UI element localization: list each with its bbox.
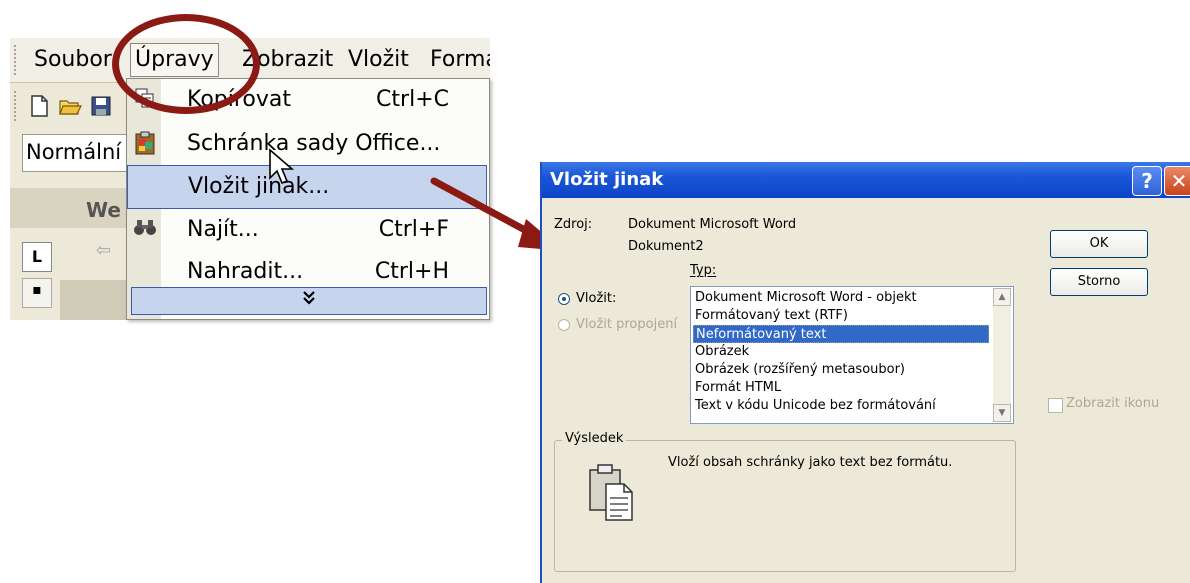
result-description: Vloží obsah schránky jako text bez formá…: [668, 455, 953, 470]
ruler-area: [60, 280, 130, 320]
menu-vlozit[interactable]: Vložit: [344, 44, 413, 76]
list-item[interactable]: Formát HTML: [693, 379, 991, 397]
menu-soubor[interactable]: Soubor: [30, 44, 116, 76]
expand-menu-button[interactable]: [131, 287, 487, 315]
standard-toolbar: [10, 86, 130, 126]
source-label: Zdroj:: [554, 217, 593, 232]
toolbar-grip[interactable]: [14, 91, 19, 121]
tab-stop-selector[interactable]: L: [22, 242, 52, 272]
paste-link-radio-label: Vložit propojení: [576, 317, 678, 332]
menu-item-shortcut: Ctrl+C: [376, 87, 449, 112]
list-item[interactable]: Obrázek (rozšířený metasoubor): [693, 361, 991, 379]
style-value: Normální: [26, 140, 122, 164]
list-item[interactable]: Text v kódu Unicode bez formátování: [693, 397, 991, 415]
scroll-down-icon[interactable]: ▼: [993, 404, 1011, 422]
menubar-grip[interactable]: [14, 45, 19, 75]
result-label: Výsledek: [562, 430, 627, 448]
source-application: Dokument Microsoft Word: [628, 217, 797, 232]
listbox-scrollbar[interactable]: ▲ ▼: [993, 288, 1011, 422]
show-icon-label: Zobrazit ikonu: [1066, 396, 1160, 411]
type-label: Typ:: [690, 263, 717, 278]
close-button[interactable]: ✕: [1164, 166, 1190, 196]
dialog-title-bar[interactable]: Vložit jinak ? ✕: [542, 162, 1190, 198]
paste-special-dialog: Vložit jinak ? ✕ Zdroj: Dokument Microso…: [540, 162, 1190, 583]
clipboard-paste-icon: [589, 464, 633, 521]
binoculars-icon: [133, 217, 157, 241]
pane-tab-label[interactable]: We: [86, 198, 121, 222]
back-arrow-icon[interactable]: ⇦: [96, 240, 111, 261]
menu-item-office-clipboard[interactable]: Schránka sady Office...: [127, 123, 489, 165]
list-item[interactable]: Obrázek: [693, 343, 991, 361]
close-icon: ✕: [1170, 169, 1188, 193]
double-chevron-down-icon: [302, 291, 316, 310]
paste-type-listbox[interactable]: Dokument Microsoft Word - objekt Formáto…: [690, 286, 1014, 424]
new-document-icon[interactable]: [28, 94, 50, 118]
paste-radio[interactable]: [558, 293, 570, 305]
dialog-title: Vložit jinak: [550, 169, 664, 190]
menu-format[interactable]: Formá: [426, 44, 490, 76]
ok-button[interactable]: OK: [1050, 230, 1148, 258]
menu-item-label: Schránka sady Office...: [187, 131, 441, 156]
source-document: Dokument2: [628, 239, 704, 254]
save-icon[interactable]: [90, 94, 112, 118]
cancel-button[interactable]: Storno: [1050, 268, 1148, 296]
show-icon-checkbox[interactable]: [1048, 398, 1063, 413]
list-item-selected[interactable]: Neformátovaný text: [693, 325, 989, 343]
menu-item-label: Vložit jinak...: [188, 174, 330, 199]
scroll-up-icon[interactable]: ▲: [993, 288, 1011, 306]
paste-link-radio[interactable]: [558, 319, 570, 331]
annotation-ellipse: [112, 14, 260, 114]
paste-radio-label: Vložit:: [576, 291, 617, 306]
menu-item-label: Najít...: [187, 217, 259, 242]
question-mark-icon: ?: [1141, 169, 1153, 193]
help-button[interactable]: ?: [1132, 166, 1162, 196]
mouse-pointer-icon: [269, 148, 295, 185]
ruler-corner-button[interactable]: ▪: [22, 278, 52, 308]
list-item[interactable]: Dokument Microsoft Word - objekt: [693, 289, 991, 307]
open-folder-icon[interactable]: [58, 94, 82, 118]
clipboard-icon: [133, 131, 157, 155]
list-item[interactable]: Formátovaný text (RTF): [693, 307, 991, 325]
